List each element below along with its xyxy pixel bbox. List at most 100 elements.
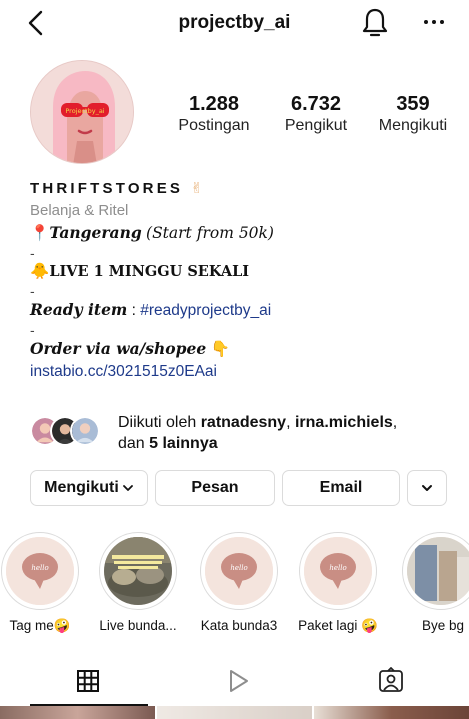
followers-others-count[interactable]: 5 lainnya xyxy=(149,435,217,452)
order-text: Order via wa/shopee xyxy=(30,339,207,358)
speech-bubble-icon: hello xyxy=(304,537,372,605)
story-highlight[interactable]: hello Tag me🤪 xyxy=(0,532,82,634)
tagged-person-icon xyxy=(379,667,403,692)
post-thumbnail[interactable] xyxy=(314,706,469,719)
location-text: Tangerang xyxy=(49,223,142,242)
pin-emoji: 📍 xyxy=(30,225,50,242)
highlight-label: Paket lagi 🤪 xyxy=(298,618,378,633)
tab-posts-grid[interactable] xyxy=(73,666,103,696)
following-label: Mengikuti xyxy=(378,117,448,134)
post-thumbnail[interactable] xyxy=(157,706,312,719)
more-options-button[interactable] xyxy=(418,10,450,34)
speech-bubble-icon: hello xyxy=(205,537,273,605)
email-button-label: Email xyxy=(319,479,363,496)
bio-divider: - xyxy=(30,322,35,338)
follower-avatar xyxy=(70,416,100,446)
ready-separator: : xyxy=(127,302,141,319)
highlight-label: Bye bg xyxy=(422,618,465,633)
location-paren: (Start from 50k) xyxy=(146,224,274,242)
notifications-button[interactable] xyxy=(360,6,390,38)
bio-live-line: 🐥LIVE 1 MINGGU SEKALI xyxy=(30,261,460,283)
email-button[interactable]: Email xyxy=(282,470,400,506)
following-dropdown-button[interactable]: Mengikuti xyxy=(30,470,148,506)
followers-label: Pengikut xyxy=(284,117,348,134)
story-highlight[interactable]: hello Kata bunda3 xyxy=(197,532,281,633)
highlight-cover xyxy=(407,537,469,605)
highlight-label: Tag me🤪 xyxy=(9,618,71,633)
followed-sep: , xyxy=(286,414,295,431)
followed-by-text: Diikuti oleh ratnadesny, irna.michiels, … xyxy=(118,412,458,454)
tab-tagged[interactable] xyxy=(376,666,406,696)
message-button-label: Pesan xyxy=(191,479,239,496)
photo-thumbnail xyxy=(104,537,172,605)
chick-emoji: 🐥 xyxy=(30,263,50,280)
back-button[interactable] xyxy=(22,8,52,38)
live-text: LIVE 1 MINGGU SEKALI xyxy=(49,263,250,280)
ellipsis-icon xyxy=(424,20,444,24)
chevron-left-icon xyxy=(28,10,43,36)
following-count: 359 xyxy=(396,93,430,115)
followed-by-section[interactable]: Diikuti oleh ratnadesny, irna.michiels, … xyxy=(30,412,460,456)
highlight-label: Kata bunda3 xyxy=(200,618,278,633)
stat-followers[interactable]: 6.732 Pengikut xyxy=(270,92,362,136)
speech-bubble-icon: hello xyxy=(6,537,74,605)
bio-website-link[interactable]: instabio.cc/3021515z0EAai xyxy=(30,361,460,383)
top-bar: projectby_ai xyxy=(0,0,469,48)
bell-icon xyxy=(362,8,388,37)
highlight-ring: hello xyxy=(1,532,79,610)
victory-hand-emoji: ✌ xyxy=(190,180,207,197)
highlight-ring xyxy=(402,532,469,610)
highlight-ring: hello xyxy=(299,532,377,610)
follower-name-2[interactable]: irna.michiels xyxy=(295,414,393,431)
chevron-down-icon xyxy=(122,485,133,491)
highlight-cover: hello xyxy=(205,537,273,605)
chevron-down-icon xyxy=(422,485,432,491)
followed-and: dan xyxy=(118,435,150,452)
follower-name-1[interactable]: ratnadesny xyxy=(201,414,286,431)
bio-location-line: 📍Tangerang (Start from 50k) xyxy=(30,222,460,245)
post-thumbnail[interactable] xyxy=(0,706,155,719)
profile-tabs xyxy=(0,660,469,706)
bio-divider: - xyxy=(30,283,35,299)
followed-comma: , xyxy=(392,414,398,431)
profile-username-title: projectby_ai xyxy=(178,12,291,33)
svg-text:hello: hello xyxy=(31,564,48,572)
bio-divider: - xyxy=(30,245,35,261)
bio-order-line: Order via wa/shopee 👇 xyxy=(30,338,460,361)
svg-text:hello: hello xyxy=(329,564,346,572)
point-down-emoji: 👇 xyxy=(210,341,230,358)
tab-reels[interactable] xyxy=(223,666,253,696)
photo-thumbnail xyxy=(407,537,469,605)
posts-label: Postingan xyxy=(178,117,250,134)
highlight-label: Live bunda... xyxy=(99,618,177,633)
posts-count: 1.288 xyxy=(188,93,240,115)
display-name-text: THRIFTSTORES xyxy=(30,180,184,197)
ready-label: Ready item xyxy=(30,300,128,319)
highlight-ring xyxy=(99,532,177,610)
story-highlight[interactable]: Live bunda... xyxy=(96,532,180,633)
stat-following[interactable]: 359 Mengikuti xyxy=(366,92,460,136)
play-icon xyxy=(230,670,248,692)
profile-category: Belanja & Ritel xyxy=(30,202,129,219)
grid-icon xyxy=(77,670,99,692)
highlight-cover: hello xyxy=(6,537,74,605)
highlight-ring: hello xyxy=(200,532,278,610)
following-button-label: Mengikuti xyxy=(44,479,119,496)
profile-display-name: THRIFTSTORES ✌ xyxy=(30,178,460,200)
bio-ready-line: Ready item : #readyprojectby_ai xyxy=(30,299,460,322)
message-button[interactable]: Pesan xyxy=(155,470,275,506)
posts-grid-preview xyxy=(0,706,469,719)
highlight-cover: hello xyxy=(304,537,372,605)
story-highlight[interactable]: Bye bg xyxy=(396,532,469,633)
profile-bio: THRIFTSTORES ✌ Belanja & Ritel 📍Tangeran… xyxy=(30,178,460,383)
followed-prefix: Diikuti oleh xyxy=(118,414,201,431)
followers-count: 6.732 xyxy=(290,93,342,115)
svg-text:hello: hello xyxy=(230,564,247,572)
suggested-accounts-button[interactable] xyxy=(407,470,447,506)
stat-posts[interactable]: 1.288 Postingan xyxy=(168,92,260,136)
ready-hashtag-link[interactable]: #readyprojectby_ai xyxy=(140,302,271,319)
svg-text:Projectby_ai: Projectby_ai xyxy=(65,107,104,115)
story-highlight[interactable]: hello Paket lagi 🤪 xyxy=(296,532,380,634)
highlight-cover xyxy=(104,537,172,605)
profile-avatar[interactable]: Projectby_ai xyxy=(30,60,134,164)
